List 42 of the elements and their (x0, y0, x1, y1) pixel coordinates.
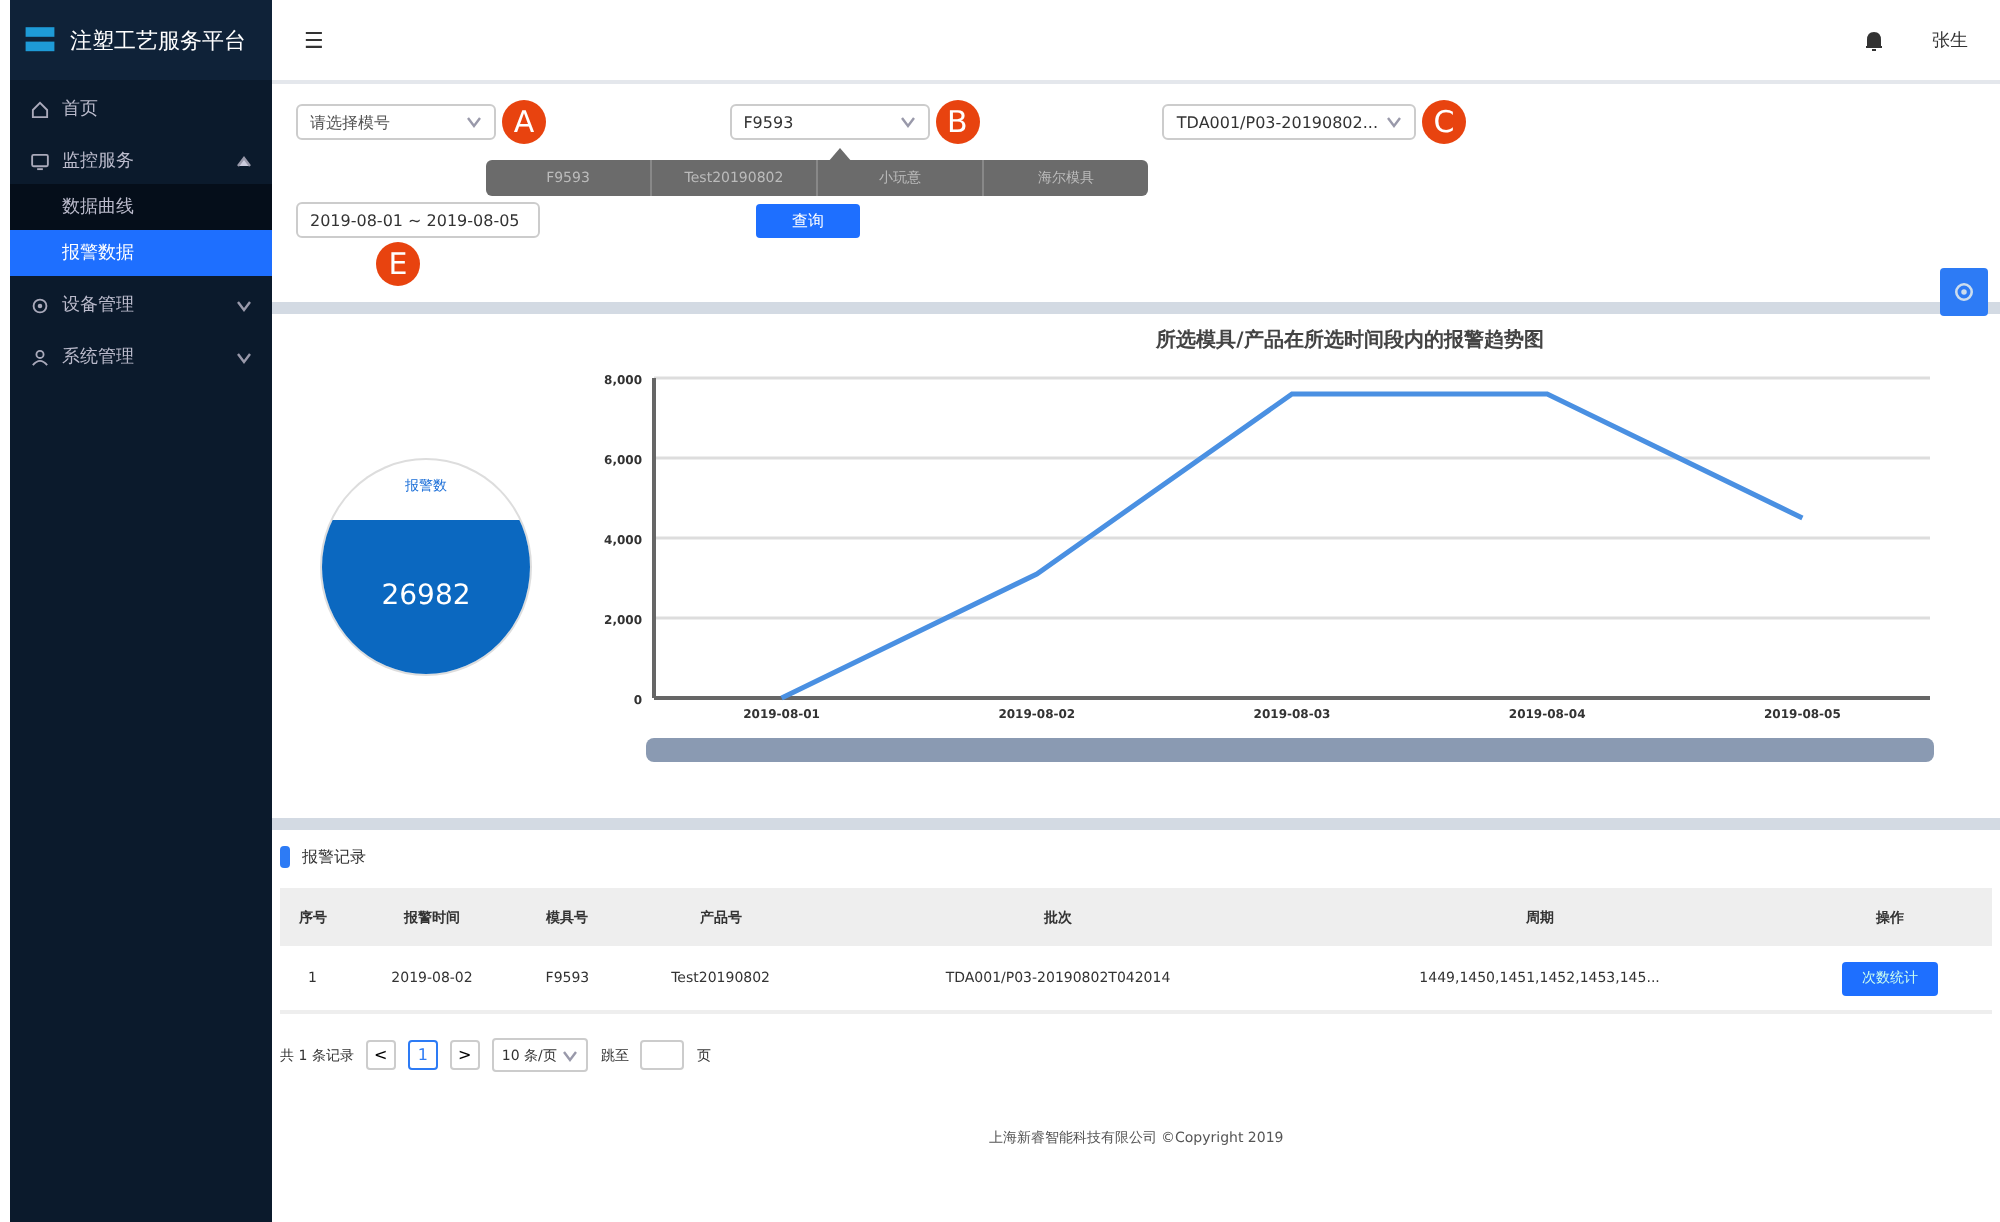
annotation-marker: E (376, 242, 420, 286)
menu-item[interactable]: 监控服务 (10, 138, 272, 184)
section-title: 报警记录 (302, 846, 366, 868)
select-field[interactable]: F9593 (729, 104, 930, 140)
caret-icon (899, 116, 916, 128)
next-page-button[interactable]: > (449, 1040, 480, 1070)
zoom-slider[interactable] (646, 738, 1934, 762)
date-range-field[interactable]: 2019-08-01 ~ 2019-08-05 (296, 202, 540, 238)
page-input[interactable] (640, 1040, 685, 1070)
select-field[interactable]: 请选择模号 (296, 104, 496, 140)
annotation-marker: B (935, 100, 980, 144)
annotation-marker: A (502, 100, 546, 144)
caret-icon (236, 351, 252, 363)
settings-button[interactable] (1940, 268, 1988, 316)
logo-icon (22, 24, 58, 56)
caret-icon (1386, 116, 1402, 128)
home-icon (30, 99, 50, 119)
menu-icon[interactable]: ☰ (304, 27, 1864, 53)
user-icon (30, 347, 50, 367)
menu-item[interactable]: 系统管理 (10, 334, 272, 380)
chart-title: 所选模具/产品在所选时间段内的报警趋势图 (1156, 327, 1544, 354)
gauge-value: 26982 (381, 580, 471, 613)
prev-page-button[interactable]: < (365, 1040, 396, 1070)
bell-icon[interactable] (1864, 29, 1884, 51)
menu-item[interactable]: 设备管理 (10, 282, 272, 328)
section-marker (280, 846, 290, 868)
settings-icon (30, 295, 50, 315)
annotation-marker: C (1422, 100, 1466, 144)
caret-icon (562, 1049, 579, 1061)
menu-item[interactable]: 首页 (10, 86, 272, 132)
submenu-item[interactable]: 报警数据 (10, 230, 272, 276)
caret-icon (236, 299, 252, 311)
app-title: 注塑工艺服务平台 (70, 25, 246, 55)
select-field[interactable]: TDA001/P03-20190802... (1162, 104, 1416, 140)
submenu-item[interactable]: 数据曲线 (10, 184, 272, 230)
query-button[interactable]: 查询 (756, 203, 860, 237)
page-button[interactable]: 1 (407, 1040, 438, 1070)
settings-icon (1952, 280, 1976, 304)
caret-icon (236, 155, 252, 167)
caret-icon (466, 116, 482, 128)
user-name[interactable]: 张生 (1932, 27, 1968, 53)
monitor-icon (30, 151, 50, 171)
